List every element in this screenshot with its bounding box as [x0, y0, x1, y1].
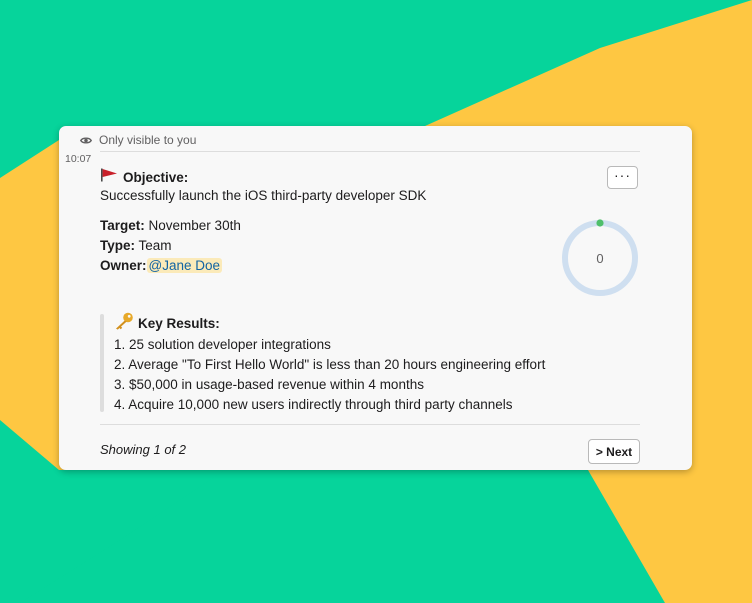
divider	[100, 424, 640, 425]
visibility-text: Only visible to you	[99, 133, 197, 147]
more-icon: ···	[614, 166, 631, 183]
objective-text: Successfully launch the iOS third-party …	[100, 188, 427, 203]
type-field: Type: Team	[100, 238, 172, 253]
key-result-item: 4. Acquire 10,000 new users indirectly t…	[114, 397, 513, 412]
target-label: Target:	[100, 218, 145, 233]
pagination-status: Showing 1 of 2	[100, 442, 187, 457]
objective-header: Objective:	[100, 168, 188, 186]
eye-icon	[80, 136, 92, 145]
key-results-header: Key Results:	[114, 312, 220, 335]
key-icon	[114, 312, 134, 335]
progress-value: 0	[596, 251, 603, 266]
key-results-list: 1. 25 solution developer integrations 2.…	[114, 335, 545, 415]
red-flag-icon	[100, 168, 118, 187]
message-card: Only visible to you 10:07 ··· Objective:…	[59, 126, 692, 470]
target-value: November 30th	[148, 218, 241, 233]
target-field: Target: November 30th	[100, 218, 241, 233]
key-result-item: 1. 25 solution developer integrations	[114, 337, 331, 352]
key-results-quote-bar	[100, 314, 104, 412]
objective-label: Objective:	[123, 169, 189, 185]
progress-indicator-dot	[596, 219, 604, 227]
key-results-label: Key Results:	[138, 315, 220, 331]
owner-label: Owner:	[100, 258, 147, 273]
next-button[interactable]: > Next	[588, 439, 640, 464]
more-actions-button[interactable]: ···	[607, 166, 638, 189]
owner-mention-link[interactable]: @Jane Doe	[146, 258, 223, 273]
owner-field: Owner: @Jane Doe	[100, 258, 223, 273]
type-label: Type:	[100, 238, 136, 253]
progress-ring: 0	[562, 219, 638, 296]
key-result-item: 3. $50,000 in usage-based revenue within…	[114, 377, 424, 392]
type-value: Team	[138, 238, 172, 253]
key-result-item: 2. Average "To First Hello World" is les…	[114, 357, 546, 372]
divider	[100, 151, 640, 152]
timestamp[interactable]: 10:07	[65, 153, 91, 165]
visibility-notice: Only visible to you	[80, 131, 196, 149]
